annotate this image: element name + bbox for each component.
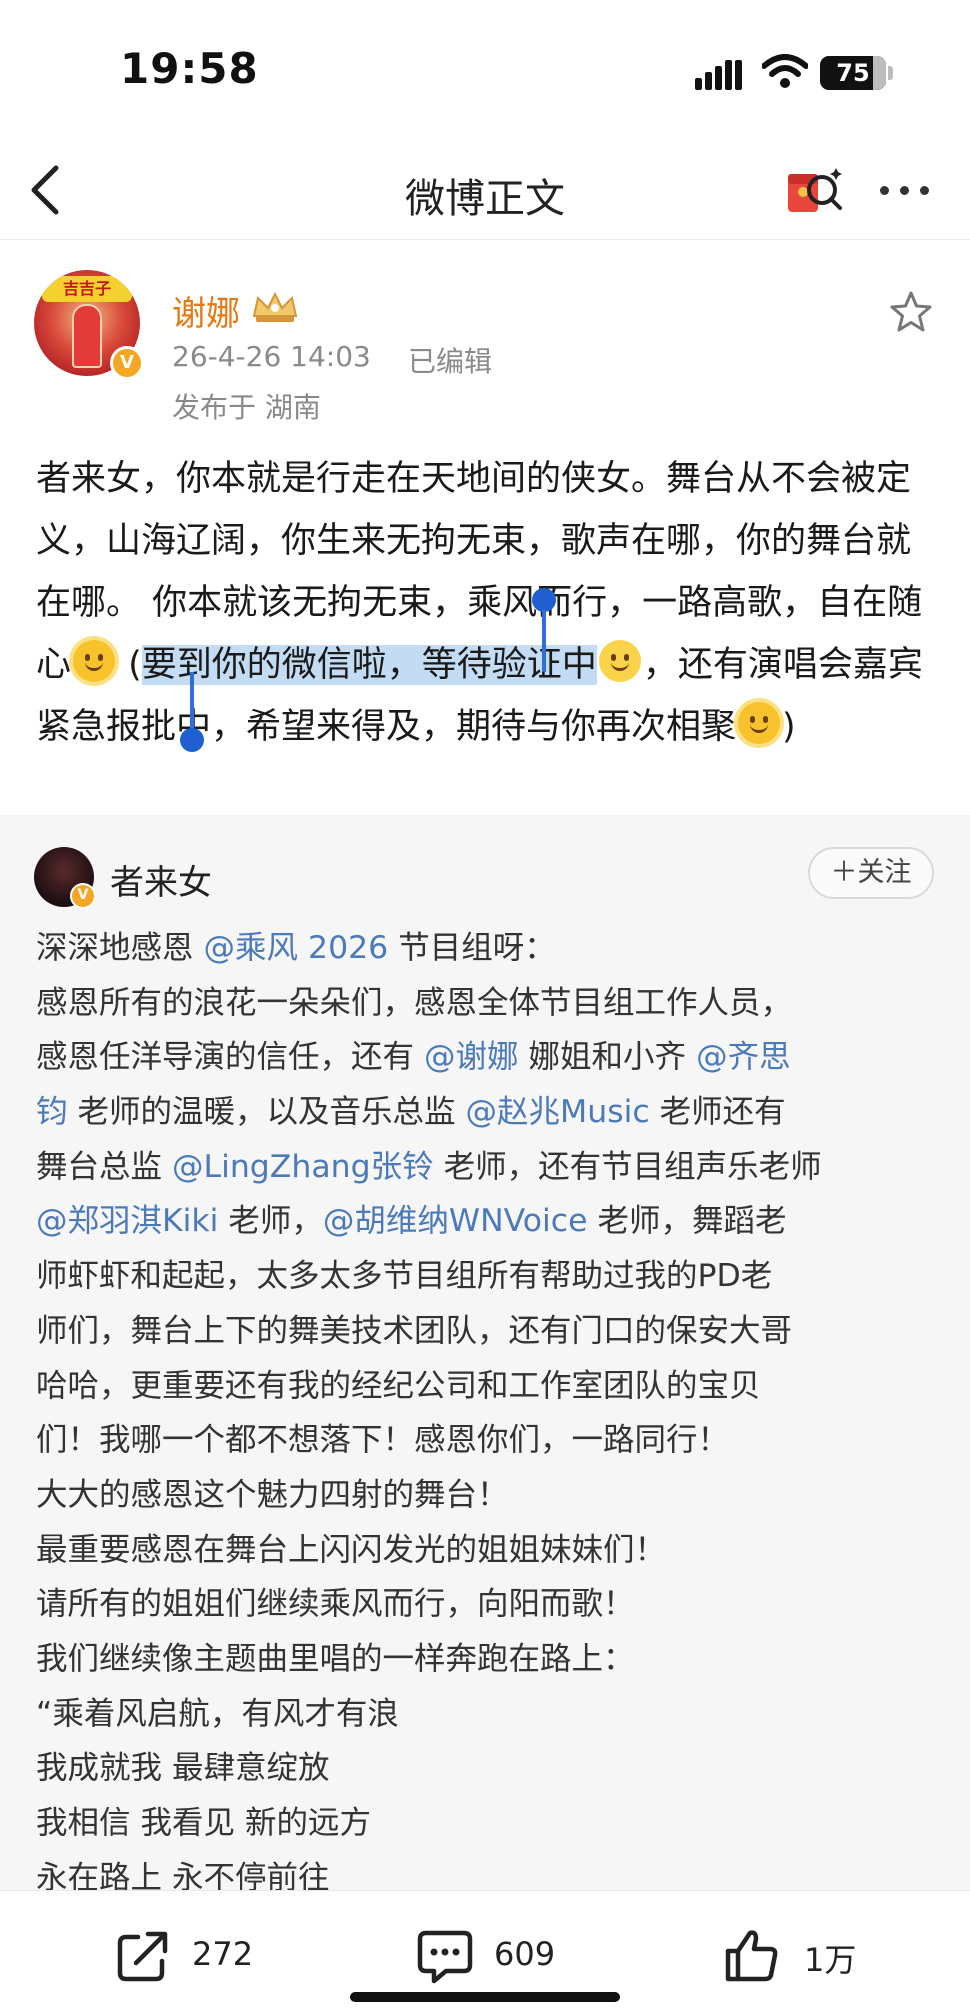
mention-link[interactable]: @胡维纳WNVoice bbox=[323, 1203, 588, 1239]
selection-start-handle[interactable] bbox=[532, 588, 556, 612]
text-segment: 们！我哪一个都不想落下！感恩你们，一路同行！ bbox=[36, 1422, 730, 1459]
battery-level: 75 bbox=[836, 59, 870, 87]
retweet-line: 感恩任洋导演的信任，还有 @谢娜 娜姐和小齐 @齐思 bbox=[36, 1030, 946, 1085]
repost-button[interactable]: 272 bbox=[110, 1891, 270, 2015]
vip-crown-icon bbox=[252, 291, 298, 322]
text-segment: 节目组呀： bbox=[388, 930, 556, 966]
repost-count: 272 bbox=[192, 1935, 254, 1973]
like-icon bbox=[725, 1930, 778, 1982]
mention-link[interactable]: @谢娜 bbox=[424, 1039, 519, 1075]
like-count: 1万 bbox=[804, 1941, 857, 1979]
text-segment: 大大的感恩这个魅力四射的舞台！ bbox=[36, 1476, 509, 1513]
repost-icon bbox=[117, 1931, 168, 1982]
text-segment: 哈哈，更重要还有我的经纪公司和工作室团队的宝贝 bbox=[36, 1367, 761, 1404]
follow-button[interactable]: ＋关注 bbox=[808, 847, 934, 899]
post-body: 者来女，你本就是行走在天地间的侠女。舞台从不会被定义，山海辽阔，你生来无拘无束，… bbox=[36, 448, 942, 758]
post-text-paren-close: ) bbox=[782, 707, 796, 747]
retweet-line: 们！我哪一个都不想落下！感恩你们，一路同行！ bbox=[36, 1413, 946, 1468]
verified-badge-icon: V bbox=[70, 883, 96, 909]
mention-link[interactable]: @齐思 bbox=[696, 1039, 791, 1075]
mention-link[interactable]: @乘风 2026 bbox=[204, 930, 389, 966]
text-segment: 我成就我 最肆意绽放 bbox=[36, 1750, 330, 1787]
retweet-line: 最重要感恩在舞台上闪闪发光的姐姐妹妹们！ bbox=[36, 1523, 946, 1578]
retweet-line: 我相信 我看见 新的远方 bbox=[36, 1796, 946, 1851]
retweet-line: 请所有的姐姐们继续乘风而行，向阳而歌！ bbox=[36, 1577, 946, 1632]
retweet-line: 大大的感恩这个魅力四射的舞台！ bbox=[36, 1468, 946, 1523]
mention-link[interactable]: @赵兆Music bbox=[466, 1094, 650, 1130]
selected-text[interactable]: 要到你的微信啦，等待验证中 bbox=[141, 645, 597, 685]
retweet-line: 师们，舞台上下的舞美技术团队，还有门口的保安大哥 bbox=[36, 1304, 946, 1359]
retweet-line: 我们继续像主题曲里唱的一样奔跑在路上： bbox=[36, 1632, 946, 1687]
author-name[interactable]: 谢娜 bbox=[172, 286, 240, 335]
status-bar: 19:58 75 bbox=[0, 0, 970, 140]
text-segment: 老师，还有节目组声乐老师 bbox=[433, 1148, 822, 1185]
retweet-line: 钧 老师的温暖，以及音乐总监 @赵兆Music 老师还有 bbox=[36, 1085, 946, 1140]
selection-end-bar bbox=[190, 672, 194, 734]
text-segment: 最重要感恩在舞台上闪闪发光的姐姐妹妹们！ bbox=[36, 1531, 667, 1568]
selection-end-handle[interactable] bbox=[180, 728, 204, 752]
text-segment: “乘着风启航，有风才有浪 bbox=[36, 1695, 399, 1732]
text-segment: 我相信 我看见 新的远方 bbox=[36, 1805, 372, 1841]
verified-badge-icon: V bbox=[110, 346, 144, 380]
selection-start-bar bbox=[542, 610, 546, 672]
post-time: 26-4-26 14:03 bbox=[172, 340, 371, 373]
retweet-line: 舞台总监 @LingZhang张铃 老师，还有节目组声乐老师 bbox=[36, 1140, 946, 1195]
text-segment: 舞台总监 bbox=[36, 1148, 173, 1185]
mention-link[interactable]: 钧 bbox=[36, 1094, 68, 1130]
text-segment: 师虾虾和起起，太多太多节目组所有帮助过我的PD老 bbox=[36, 1258, 773, 1295]
text-segment: 师们，舞台上下的舞美技术团队，还有门口的保安大哥 bbox=[36, 1312, 793, 1349]
text-segment: 我们继续像主题曲里唱的一样奔跑在路上： bbox=[36, 1640, 635, 1677]
mention-link[interactable]: @郑羽淇Kiki bbox=[36, 1203, 218, 1239]
signal-icon bbox=[695, 58, 743, 90]
text-segment: 娜姐和小齐 bbox=[518, 1039, 697, 1076]
sun-smile-emoji-icon bbox=[738, 702, 781, 744]
retweet-author-avatar[interactable]: V bbox=[34, 847, 96, 909]
retweet-line: 永在路上 永不停前往 bbox=[36, 1851, 946, 1890]
retweet-line: @郑羽淇Kiki 老师，@胡维纳WNVoice 老师，舞蹈老 bbox=[36, 1194, 946, 1249]
retweeted-post[interactable]: V 者来女 ＋关注 深深地感恩 @乘风 2026 节目组呀： 感恩所有的浪花一朵… bbox=[0, 815, 970, 1890]
retweet-line: 深深地感恩 @乘风 2026 节目组呀： bbox=[36, 921, 946, 976]
text-segment: 老师还有 bbox=[649, 1094, 786, 1131]
status-time: 19:58 bbox=[120, 44, 259, 93]
wifi-icon bbox=[762, 54, 808, 88]
text-segment: 感恩任洋导演的信任，还有 bbox=[36, 1039, 425, 1076]
retweet-line: 感恩所有的浪花一朵朵们，感恩全体节目组工作人员， bbox=[36, 976, 946, 1031]
retweet-text: 深深地感恩 @乘风 2026 节目组呀： 感恩所有的浪花一朵朵们，感恩全体节目组… bbox=[36, 921, 946, 1890]
comment-icon bbox=[417, 1930, 473, 1984]
nav-bar: 微博正文 bbox=[0, 140, 970, 240]
sun-smile-emoji-icon bbox=[73, 640, 116, 682]
text-segment: 老师， bbox=[218, 1203, 323, 1240]
text-segment: 老师，舞蹈老 bbox=[587, 1203, 787, 1240]
battery-tip bbox=[888, 66, 893, 80]
more-icon[interactable] bbox=[876, 178, 936, 202]
text-segment: 老师的温暖，以及音乐总监 bbox=[67, 1094, 466, 1131]
smile-emoji-icon bbox=[598, 640, 641, 682]
text-segment: 感恩所有的浪花一朵朵们，感恩全体节目组工作人员， bbox=[36, 984, 793, 1021]
like-button[interactable]: 1万 bbox=[718, 1891, 878, 2015]
hongbao-search-icon[interactable] bbox=[784, 162, 846, 220]
retweet-author-name[interactable]: 者来女 bbox=[110, 855, 212, 904]
comment-count: 609 bbox=[494, 1935, 556, 1973]
retweet-line: 师虾虾和起起，太多太多节目组所有帮助过我的PD老 bbox=[36, 1249, 946, 1304]
retweet-line: “乘着风启航，有风才有浪 bbox=[36, 1687, 946, 1742]
text-segment: 请所有的姐姐们继续乘风而行，向阳而歌！ bbox=[36, 1586, 635, 1623]
retweet-line: 哈哈，更重要还有我的经纪公司和工作室团队的宝贝 bbox=[36, 1359, 946, 1414]
avatar-banner-text: 吉吉子 bbox=[42, 276, 132, 302]
edited-label[interactable]: 已编辑 bbox=[408, 340, 492, 380]
battery-icon: 75 bbox=[820, 56, 886, 90]
text-segment: 永在路上 永不停前往 bbox=[36, 1859, 330, 1890]
post-text-paren-open: ( bbox=[117, 645, 142, 685]
retweet-line: 我成就我 最肆意绽放 bbox=[36, 1741, 946, 1796]
author-avatar[interactable]: 吉吉子 V bbox=[34, 270, 144, 380]
post-location: 发布于 湖南 bbox=[172, 391, 321, 424]
home-indicator[interactable] bbox=[350, 1992, 620, 2002]
star-icon[interactable] bbox=[888, 290, 934, 334]
mention-link[interactable]: @LingZhang张铃 bbox=[172, 1149, 434, 1185]
text-segment: 深深地感恩 bbox=[36, 930, 204, 966]
